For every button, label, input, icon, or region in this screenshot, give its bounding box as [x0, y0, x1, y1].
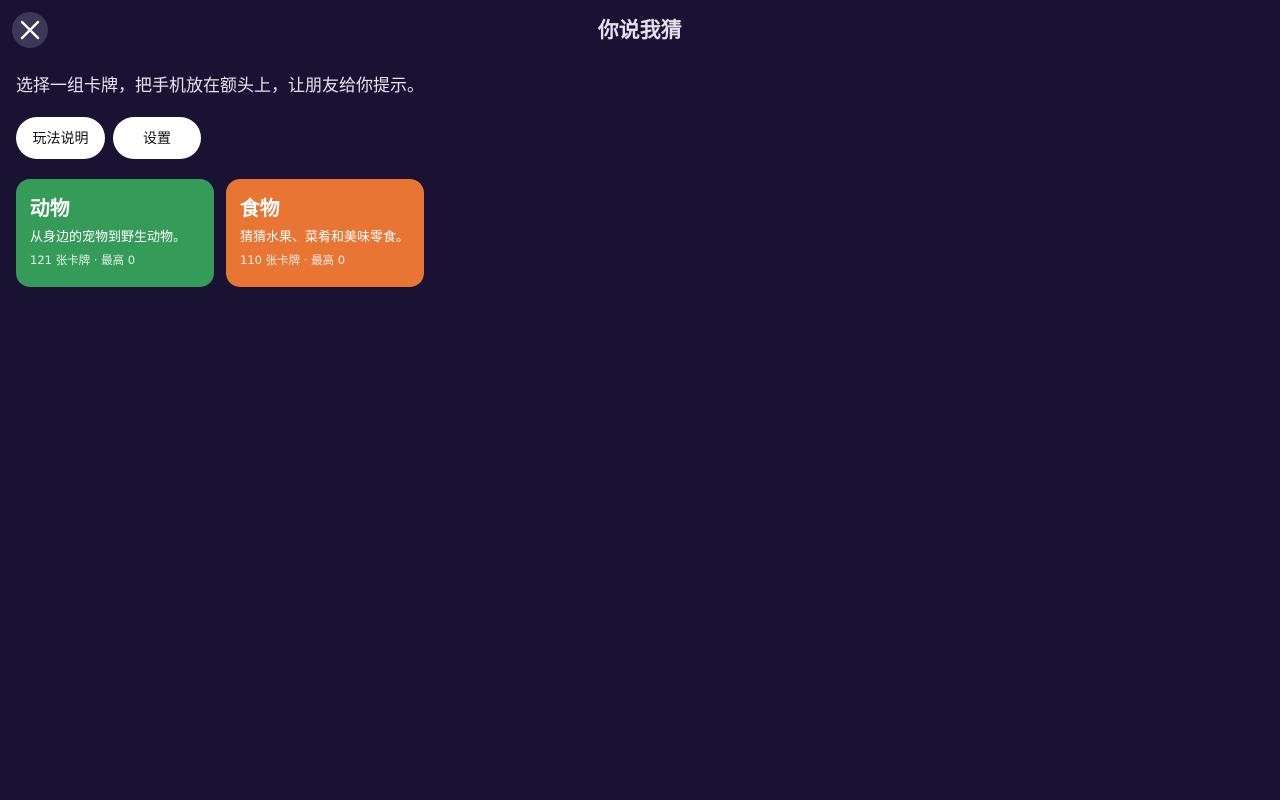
settings-button[interactable]: 设置	[113, 117, 201, 159]
action-buttons: 玩法说明 设置	[16, 117, 201, 159]
instructions-text: 选择一组卡牌，把手机放在额头上，让朋友给你提示。	[16, 76, 424, 96]
app-root: 你说我猜 选择一组卡牌，把手机放在额头上，让朋友给你提示。 玩法说明 设置 动物…	[0, 0, 1280, 800]
page-title: 你说我猜	[598, 18, 682, 42]
deck-card-animals[interactable]: 动物 从身边的宠物到野生动物。 121 张卡牌 · 最高 0	[16, 179, 214, 287]
deck-description: 从身边的宠物到野生动物。	[30, 230, 187, 245]
deck-meta: 110 张卡牌 · 最高 0	[240, 253, 346, 267]
deck-name: 动物	[30, 196, 70, 220]
deck-list: 动物 从身边的宠物到野生动物。 121 张卡牌 · 最高 0 食物 猜猜水果、菜…	[16, 179, 424, 287]
deck-card-food[interactable]: 食物 猜猜水果、菜肴和美味零食。 110 张卡牌 · 最高 0	[226, 179, 424, 287]
deck-meta: 121 张卡牌 · 最高 0	[30, 253, 136, 267]
deck-description: 猜猜水果、菜肴和美味零食。	[240, 230, 410, 245]
how-to-play-button[interactable]: 玩法说明	[16, 117, 105, 159]
deck-name: 食物	[240, 196, 280, 220]
